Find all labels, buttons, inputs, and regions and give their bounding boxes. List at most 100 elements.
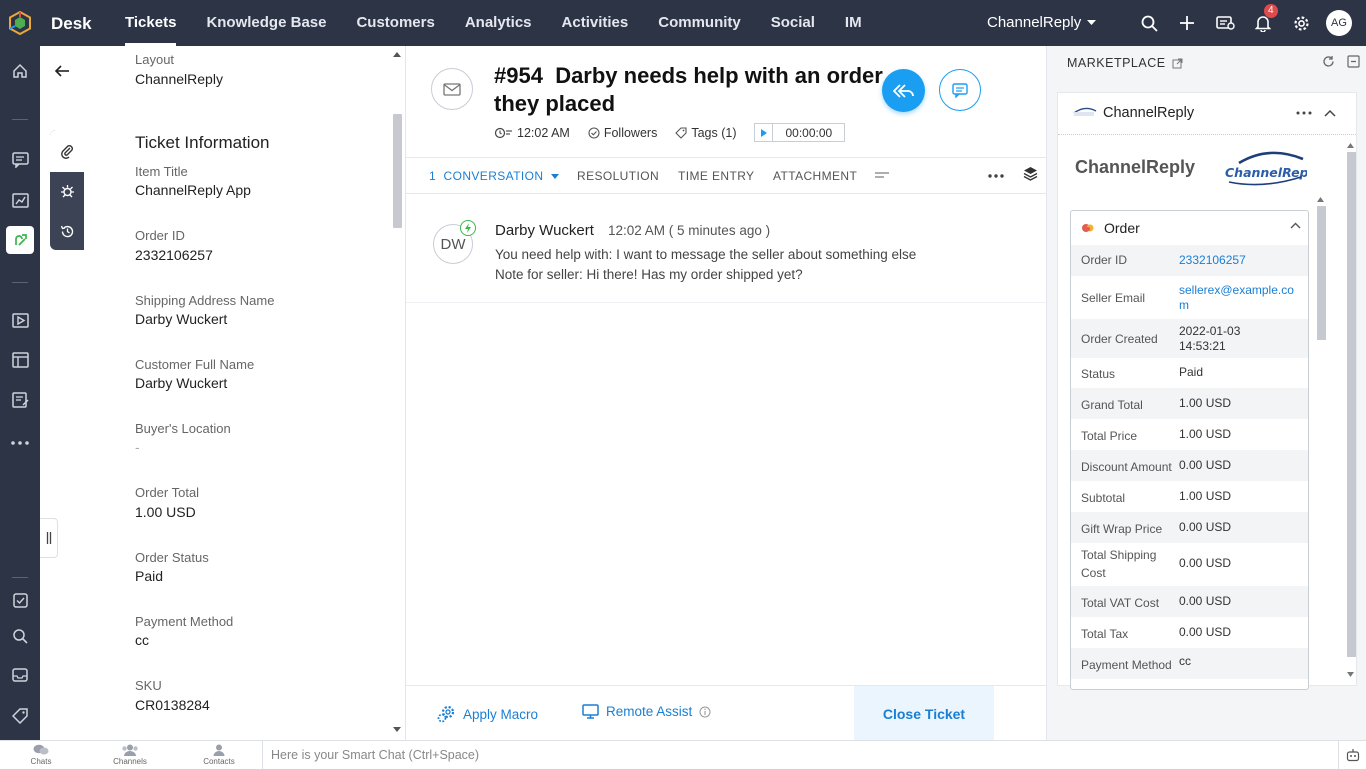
macro-gears-icon [437, 705, 455, 723]
more-apps-icon[interactable] [6, 429, 34, 457]
scroll-up-arrow-icon[interactable] [1317, 197, 1324, 202]
order-row-value-link[interactable]: 2332106257 [1179, 253, 1297, 268]
tasks-icon[interactable] [6, 586, 34, 614]
layout-icon[interactable] [6, 346, 34, 374]
panel-collapse-handle[interactable] [40, 518, 58, 558]
message-author[interactable]: Darby Wuckert [495, 222, 594, 239]
department-switcher[interactable]: ChannelReply [987, 14, 1097, 31]
contacts-button[interactable]: Contacts [189, 744, 249, 766]
chats-button[interactable]: Chats [11, 744, 71, 766]
order-row-key: Subtotal [1081, 491, 1126, 505]
chevron-up-icon[interactable] [1290, 222, 1301, 230]
field-label: Order Status [135, 550, 209, 565]
comment-button[interactable] [939, 69, 981, 111]
field-value-payment-method[interactable]: cc [135, 632, 149, 648]
close-ticket-button[interactable]: Close Ticket [854, 686, 994, 741]
field-value-order-status[interactable]: Paid [135, 568, 163, 584]
back-arrow-icon[interactable] [54, 64, 70, 78]
play-icon[interactable] [755, 124, 774, 141]
scrollbar-thumb[interactable] [1347, 152, 1356, 657]
widget-scrollbar[interactable] [1314, 194, 1328, 686]
nav-knowledge-base[interactable]: Knowledge Base [191, 0, 341, 46]
tickets-icon[interactable] [1206, 0, 1244, 46]
bug-icon[interactable] [50, 172, 84, 210]
ticket-title: #954 Darby needs help with an order they… [494, 62, 894, 118]
conversation-icon[interactable] [6, 146, 34, 174]
monitor-icon [582, 704, 599, 719]
tab-resolution[interactable]: RESOLUTION [577, 169, 659, 183]
tab-time-entry[interactable]: TIME ENTRY [678, 169, 754, 183]
marketplace-scrollbar[interactable] [1344, 140, 1358, 685]
gear-icon[interactable] [1282, 0, 1320, 46]
history-icon[interactable] [50, 212, 84, 250]
field-value-shipping-name[interactable]: Darby Wuckert [135, 311, 227, 327]
order-row-value-link[interactable]: sellerex@example.com [1179, 283, 1297, 313]
notes-icon[interactable] [6, 386, 34, 414]
scrollbar-thumb[interactable] [393, 114, 402, 228]
field-label: Item Title [135, 164, 188, 179]
tab-attachment[interactable]: ATTACHMENT [773, 169, 857, 183]
inbox-icon[interactable] [6, 661, 34, 689]
tab-conversation[interactable]: 1 CONVERSATION [429, 169, 560, 183]
info-icon[interactable] [699, 706, 711, 718]
reply-all-button[interactable] [882, 69, 925, 112]
filter-lines-icon[interactable] [875, 171, 889, 180]
home-icon[interactable] [6, 57, 34, 85]
panel-collapse-icon[interactable] [1347, 55, 1360, 68]
nav-im[interactable]: IM [830, 0, 877, 46]
scroll-down-arrow-icon[interactable] [393, 727, 401, 732]
nav-activities[interactable]: Activities [547, 0, 644, 46]
layers-icon[interactable] [1023, 166, 1038, 181]
widget-more-icon[interactable] [1296, 104, 1312, 122]
nav-customers[interactable]: Customers [341, 0, 449, 46]
order-row-value: 2022-01-03 14:53:21 [1179, 324, 1241, 353]
field-value-customer-name[interactable]: Darby Wuckert [135, 375, 227, 391]
refresh-icon[interactable] [1322, 55, 1335, 68]
scroll-up-arrow-icon[interactable] [393, 52, 401, 57]
scroll-up-arrow-icon[interactable] [1347, 143, 1354, 148]
zia-bot-icon[interactable] [1338, 741, 1366, 769]
more-options-icon[interactable] [987, 165, 1005, 187]
field-value-layout[interactable]: ChannelReply [135, 71, 223, 87]
nav-social[interactable]: Social [756, 0, 830, 46]
extensions-icon[interactable] [6, 226, 34, 254]
plus-icon[interactable] [1168, 0, 1206, 46]
nav-tickets[interactable]: Tickets [110, 0, 191, 46]
order-card-header[interactable]: Order [1071, 211, 1308, 245]
field-value-order-id[interactable]: 2332106257 [135, 247, 213, 263]
scroll-down-arrow-icon[interactable] [1347, 672, 1354, 677]
channels-button[interactable]: Channels [100, 744, 160, 766]
channels-label: Channels [113, 757, 147, 766]
zoho-desk-logo-icon[interactable] [0, 0, 40, 46]
video-icon[interactable] [6, 306, 34, 334]
nav-community[interactable]: Community [643, 0, 756, 46]
field-value-buyer-location[interactable]: - [135, 439, 140, 455]
order-row-value: 0.00 USD [1179, 556, 1232, 570]
field-label: SKU [135, 678, 162, 693]
message-divider [406, 302, 1046, 303]
app-name[interactable]: Desk [51, 14, 92, 34]
nav-analytics[interactable]: Analytics [450, 0, 547, 46]
field-value-sku[interactable]: CR0138284 [135, 697, 210, 713]
reports-icon[interactable] [6, 186, 34, 214]
properties-scrollbar[interactable] [390, 46, 406, 740]
tag-icon[interactable] [6, 702, 34, 730]
tags-label: Tags (1) [691, 125, 737, 140]
user-avatar[interactable]: AG [1326, 10, 1352, 36]
message-line-2: Note for seller: Hi there! Has my order … [495, 267, 803, 282]
search-icon[interactable] [1130, 0, 1168, 46]
chevron-up-icon[interactable] [1324, 105, 1336, 121]
followers-link[interactable]: Followers [588, 126, 657, 140]
field-value-item-title[interactable]: ChannelReply App [135, 182, 251, 198]
attachment-clip-icon[interactable] [50, 130, 84, 172]
search-people-icon[interactable] [6, 622, 34, 650]
scrollbar-thumb[interactable] [1317, 206, 1326, 340]
tags-link[interactable]: Tags (1) [675, 126, 736, 140]
bell-icon[interactable]: 4 [1244, 0, 1282, 46]
remote-assist-button[interactable]: Remote Assist [582, 704, 711, 719]
apply-macro-button[interactable]: Apply Macro [436, 704, 538, 724]
marketplace-header[interactable]: MARKETPLACE [1067, 56, 1183, 70]
ticket-subject[interactable]: Darby needs help with an order they plac… [494, 63, 883, 116]
field-value-order-total[interactable]: 1.00 USD [135, 504, 196, 520]
smart-chat-input[interactable]: Here is your Smart Chat (Ctrl+Space) [271, 748, 479, 762]
